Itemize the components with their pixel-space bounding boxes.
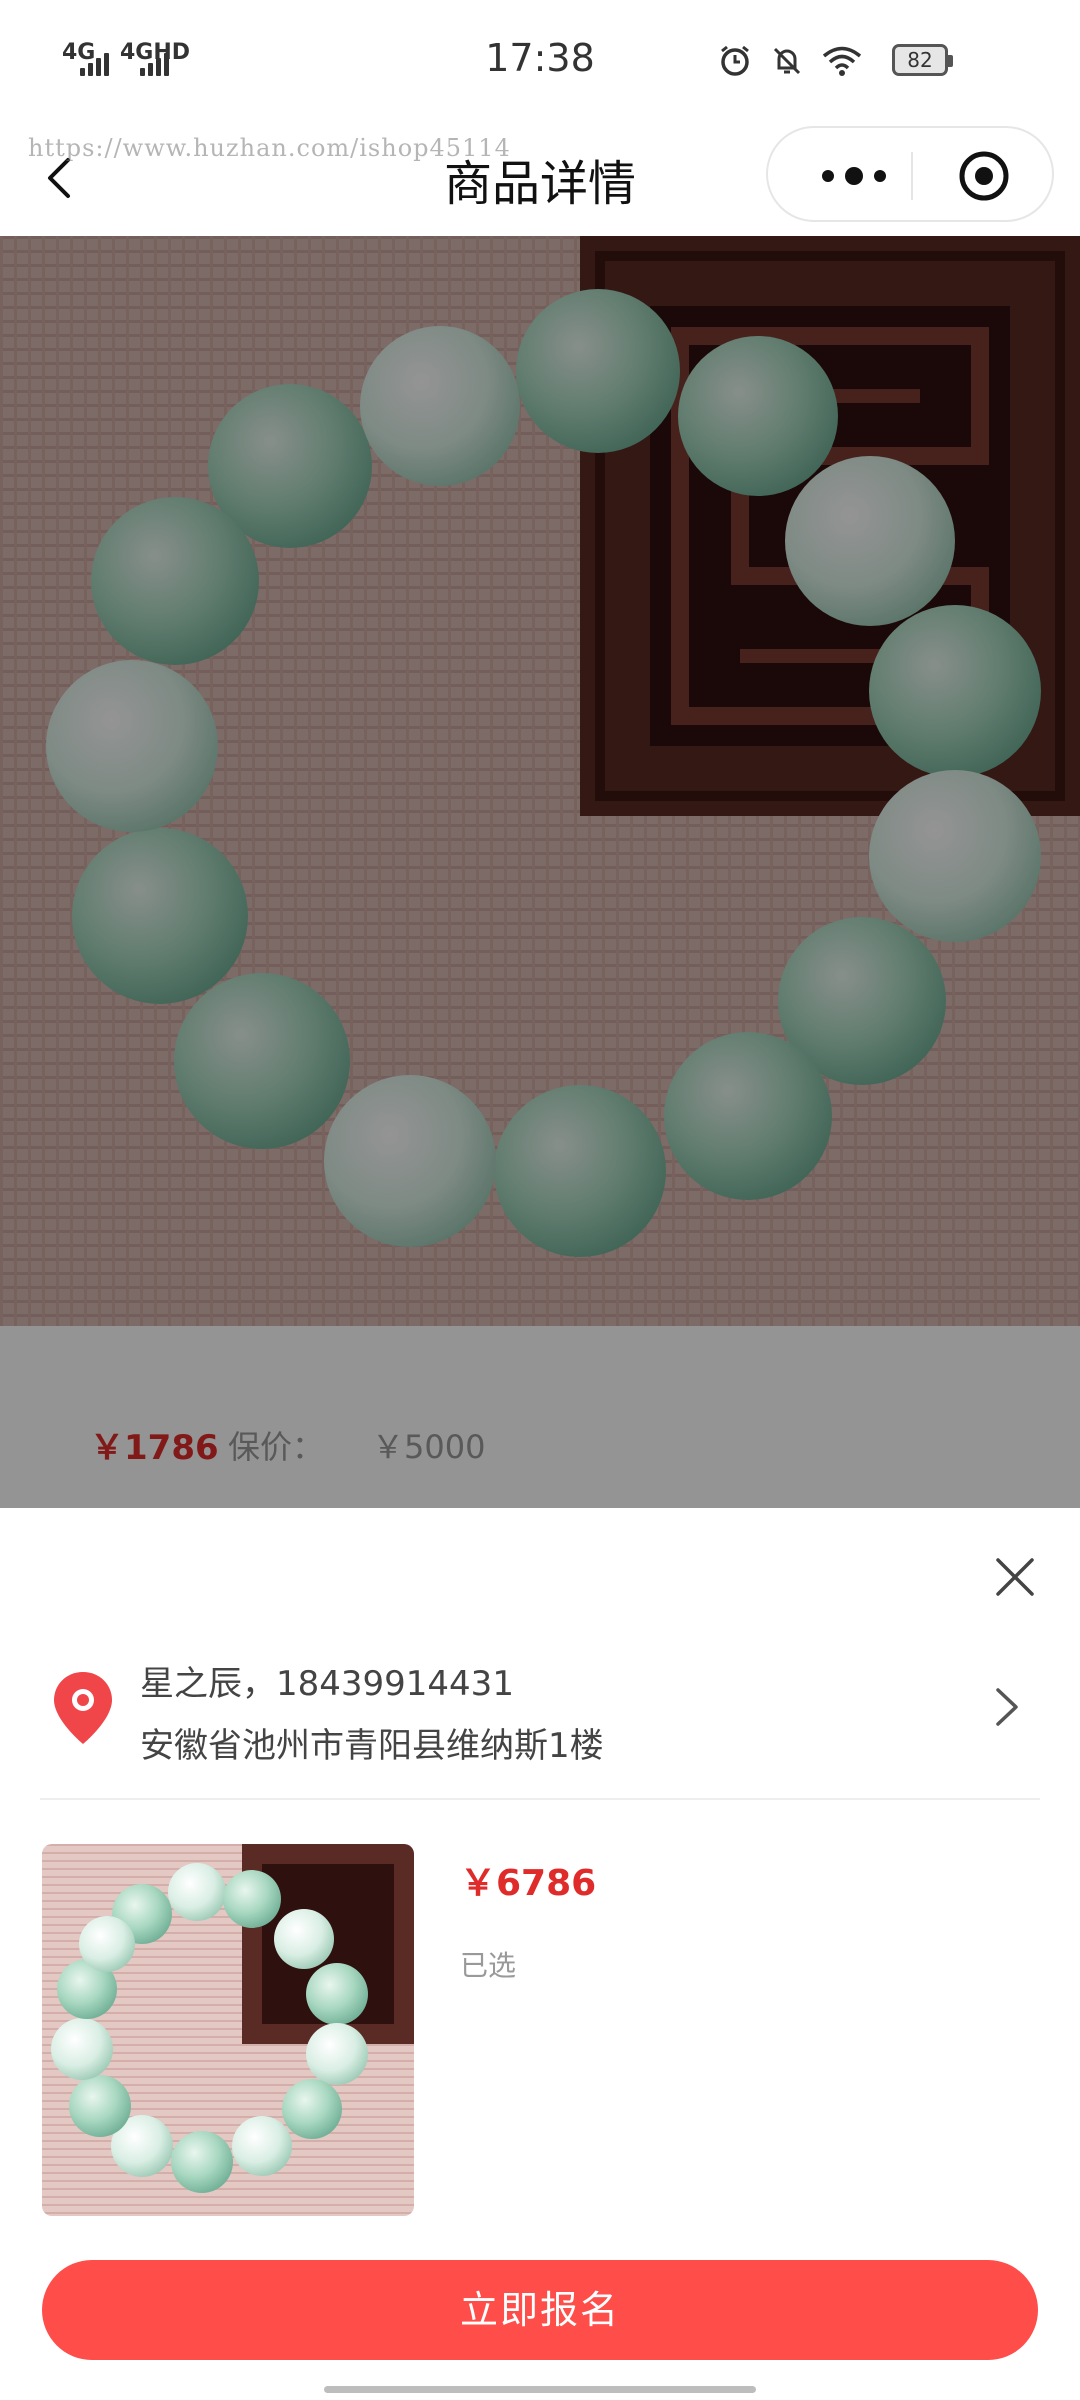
alarm-icon: [721, 45, 749, 76]
target-icon[interactable]: [958, 150, 1010, 202]
address-contact: 星之辰，18439914431: [140, 1664, 514, 1704]
submit-button[interactable]: 立即报名: [42, 2260, 1038, 2360]
battery-icon: 82: [892, 44, 953, 76]
modal-overlay[interactable]: [0, 236, 1080, 1510]
location-pin-icon: [54, 1672, 112, 1744]
address-detail: 安徽省池州市青阳县维纳斯1楼: [140, 1726, 604, 1766]
wifi-icon: [822, 46, 862, 76]
status-bar: 4G 4GHD 17:38 82: [0, 0, 1080, 118]
order-sheet: 星之辰，18439914431 安徽省池州市青阳县维纳斯1楼 ￥6786 已选 …: [0, 1508, 1080, 2400]
selected-label: 已选: [460, 1949, 517, 1982]
capsule-divider: [911, 152, 913, 200]
mini-program-capsule: [766, 126, 1054, 222]
close-icon[interactable]: [992, 1554, 1038, 1600]
divider: [40, 1798, 1040, 1800]
mute-icon: [773, 47, 801, 75]
product-thumbnail: [42, 1844, 414, 2216]
chevron-right-icon: [996, 1688, 1018, 1726]
home-indicator[interactable]: [324, 2386, 756, 2393]
address-selector[interactable]: 星之辰，18439914431 安徽省池州市青阳县维纳斯1楼: [0, 1638, 1080, 1798]
navigation-bar: https://www.huzhan.com/ishop45114 商品详情: [0, 118, 1080, 236]
selected-price: ￥6786: [460, 1863, 597, 1904]
more-icon[interactable]: [814, 156, 894, 196]
